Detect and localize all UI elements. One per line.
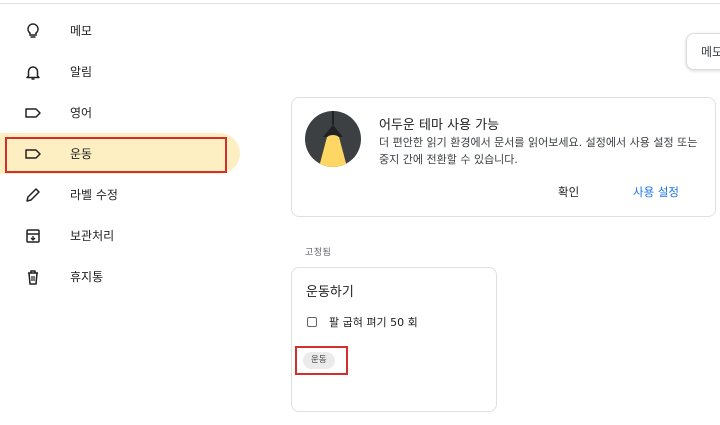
highlight-box: [5, 137, 227, 173]
sidebar-item-reminders[interactable]: 알림: [0, 51, 240, 92]
sidebar-item-label: 보관처리: [70, 229, 115, 243]
archive-icon: [24, 227, 42, 245]
tooltip-memo: 메모: [686, 33, 720, 70]
enable-dark-theme-button[interactable]: 사용 설정: [633, 184, 679, 200]
sidebar-item-label: 영어: [70, 106, 93, 120]
sidebar-item-english[interactable]: 영어: [0, 92, 240, 133]
sidebar-item-trash[interactable]: 휴지통: [0, 256, 240, 297]
sidebar-item-label: 메모: [70, 24, 93, 38]
bell-icon: [24, 63, 42, 81]
label-icon: [24, 104, 42, 122]
sidebar-item-label: 라벨 수정: [70, 188, 118, 202]
tooltip-label: 메모: [701, 45, 720, 59]
sidebar-item-edit-labels[interactable]: 라벨 수정: [0, 174, 240, 215]
sidebar-item-label: 휴지통: [70, 270, 104, 284]
confirm-button[interactable]: 확인: [558, 184, 579, 200]
highlight-box: [295, 346, 348, 375]
banner-title: 어두운 테마 사용 가능: [379, 118, 500, 133]
pinned-section-label: 고정됨: [305, 248, 332, 258]
lamp-icon: [305, 111, 361, 167]
lightbulb-icon: [24, 22, 42, 40]
note-title: 운동하기: [306, 285, 354, 300]
sidebar-item-label: 알림: [70, 65, 93, 79]
checklist-item-text: 팔 굽혀 펴기 50 회: [329, 316, 418, 329]
banner-text: 더 편안한 읽기 환경에서 문서를 읽어보세요. 설정에서 사용 설정 또는 중…: [379, 136, 698, 166]
checklist-checkbox[interactable]: [307, 317, 317, 327]
dark-theme-banner: 어두운 테마 사용 가능 더 편안한 읽기 환경에서 문서를 읽어보세요. 설정…: [291, 97, 716, 217]
trash-icon: [24, 268, 42, 286]
top-divider: [0, 0, 720, 4]
pencil-icon: [24, 186, 42, 204]
sidebar-item-memo[interactable]: 메모: [0, 10, 240, 51]
note-card[interactable]: 운동하기 팔 굽혀 펴기 50 회 운동: [291, 267, 497, 412]
sidebar-item-archive[interactable]: 보관처리: [0, 215, 240, 256]
